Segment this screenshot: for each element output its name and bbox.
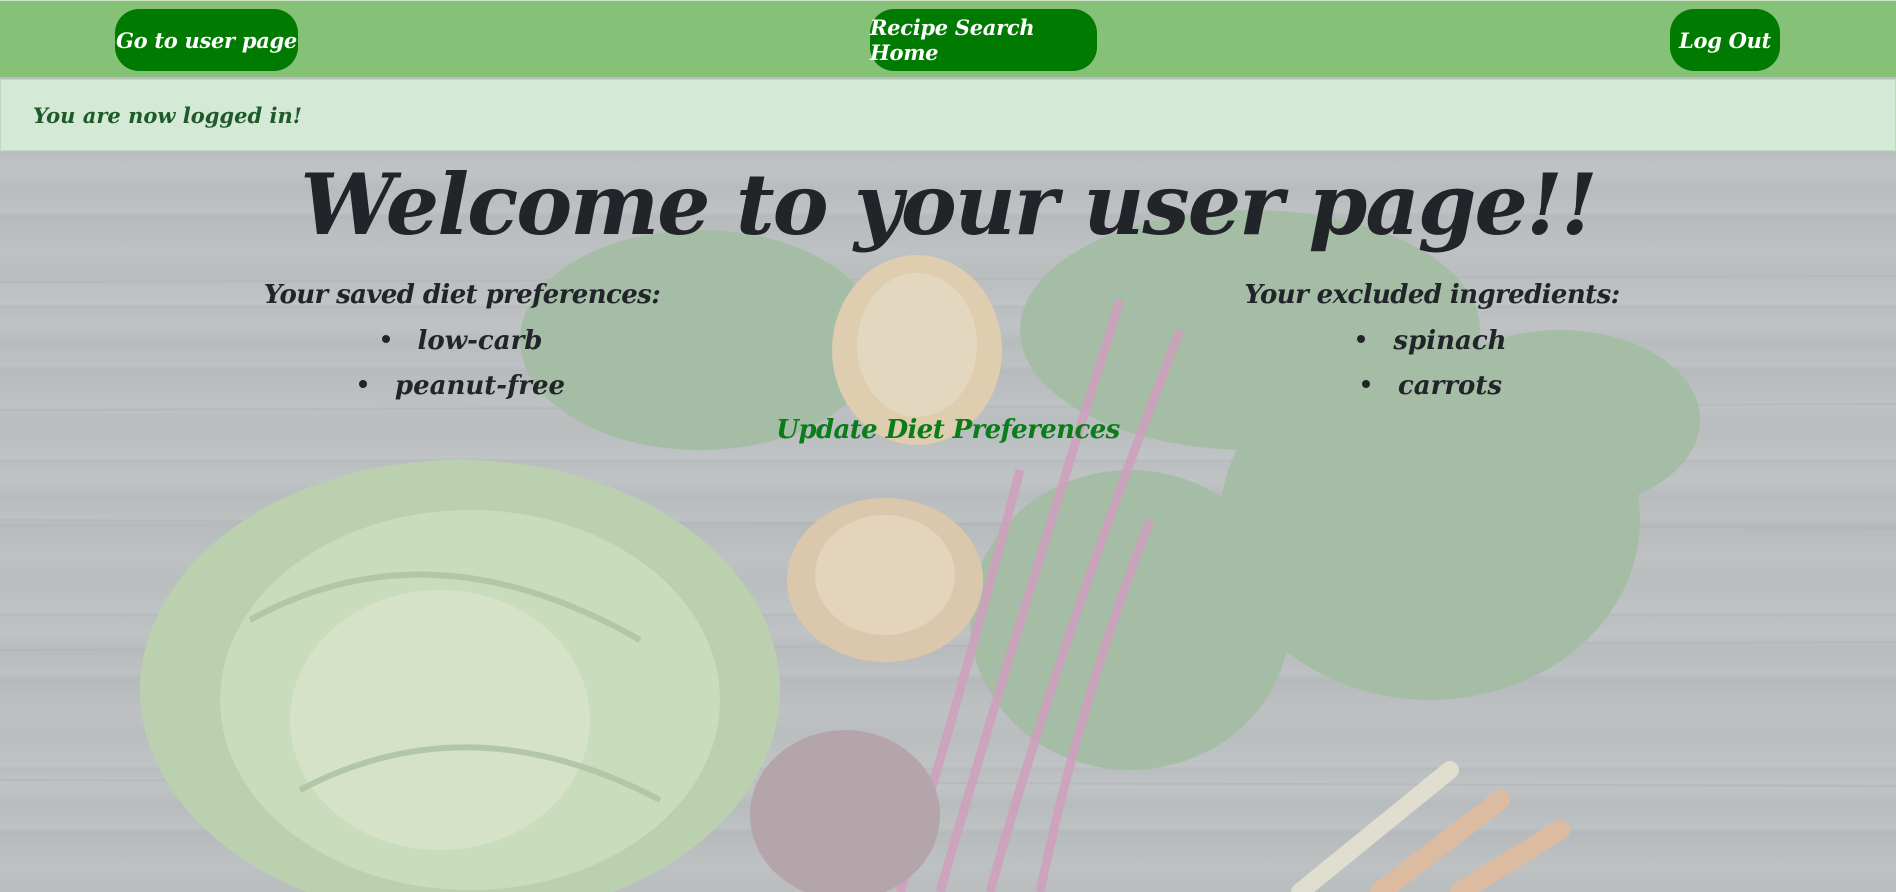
top-navbar: Go to user page Recipe Search Home Log O… xyxy=(0,0,1896,77)
list-item: carrots xyxy=(1232,364,1632,409)
excluded-ingredient-label: spinach xyxy=(1393,326,1507,356)
excluded-ingredients-heading: Your excluded ingredients: xyxy=(1244,280,1620,310)
update-diet-preferences-link[interactable]: Update Diet Preferences xyxy=(0,410,1896,450)
bullet-icon xyxy=(1361,380,1370,388)
list-item: peanut-free xyxy=(262,364,662,409)
bullet-icon xyxy=(358,380,367,388)
bullet-icon xyxy=(1357,335,1366,343)
alert-message: You are now logged in! xyxy=(33,102,302,128)
bullet-icon xyxy=(381,335,390,343)
diet-preferences-heading: Your saved diet preferences: xyxy=(263,280,661,310)
page-title: Welcome to your user page!! xyxy=(300,155,1597,254)
go-to-user-page-button[interactable]: Go to user page xyxy=(115,9,298,71)
list-item: spinach xyxy=(1232,319,1632,364)
diet-preferences-section: Your saved diet preferences: low-carb pe… xyxy=(262,275,662,409)
excluded-ingredient-label: carrots xyxy=(1397,371,1503,401)
diet-preference-label: low-carb xyxy=(417,326,543,356)
diet-preference-label: peanut-free xyxy=(394,371,566,401)
excluded-ingredients-section: Your excluded ingredients: spinach carro… xyxy=(1232,275,1632,409)
excluded-ingredients-list: spinach carrots xyxy=(1232,319,1632,409)
recipe-search-home-button[interactable]: Recipe Search Home xyxy=(870,9,1097,71)
diet-preferences-list: low-carb peanut-free xyxy=(262,319,662,409)
login-success-alert: You are now logged in! xyxy=(0,79,1896,151)
list-item: low-carb xyxy=(262,319,662,364)
log-out-button[interactable]: Log Out xyxy=(1670,9,1780,71)
